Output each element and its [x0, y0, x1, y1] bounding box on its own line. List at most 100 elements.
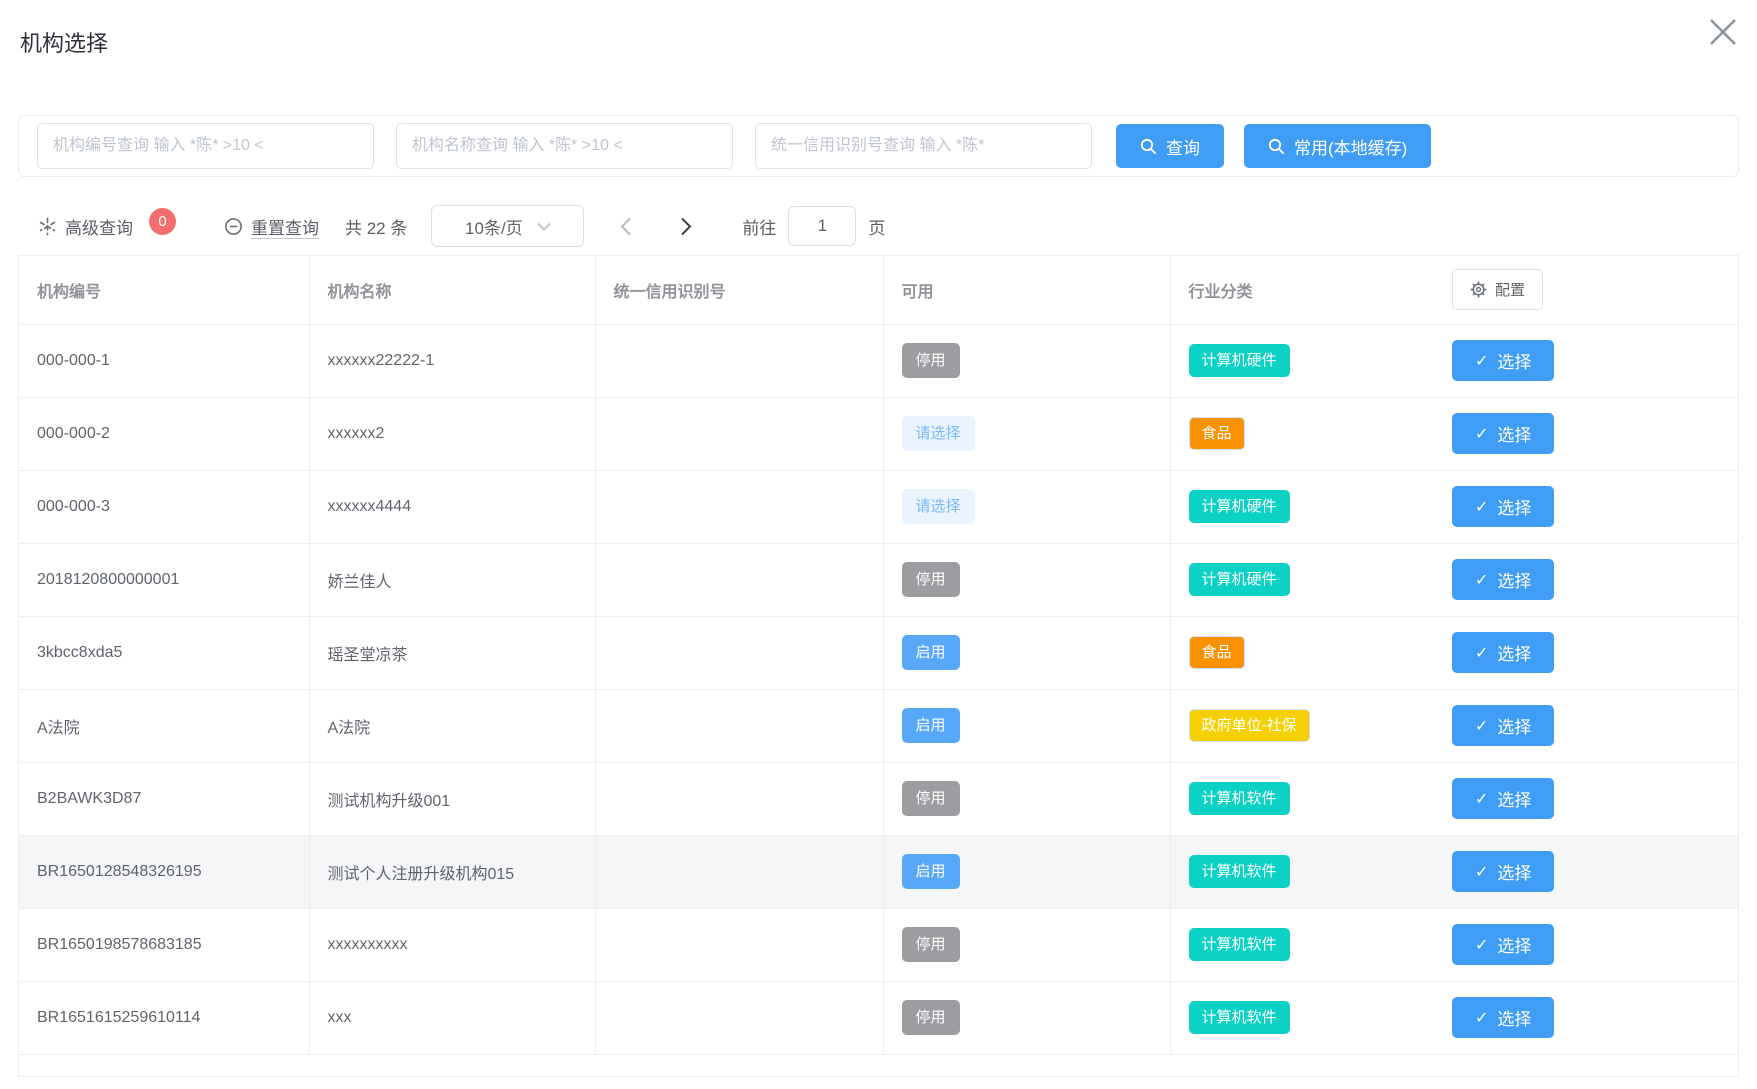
- industry-tag: 计算机硬件: [1189, 344, 1290, 377]
- status-badge[interactable]: 停用: [902, 927, 960, 962]
- select-button[interactable]: ✓ 选择: [1452, 778, 1554, 819]
- check-icon: ✓: [1475, 643, 1488, 663]
- check-icon: ✓: [1475, 424, 1488, 444]
- cell-org-code: BR1650128548326195: [19, 835, 309, 908]
- cell-available: 停用: [883, 908, 1170, 981]
- check-icon: ✓: [1475, 570, 1488, 590]
- select-button[interactable]: ✓ 选择: [1452, 705, 1554, 746]
- select-button-label: 选择: [1497, 859, 1531, 884]
- header-available: 可用: [883, 256, 1170, 324]
- cell-org-code: 000-000-1: [19, 324, 309, 397]
- header-industry: 行业分类: [1170, 256, 1444, 324]
- search-icon: [1268, 138, 1285, 155]
- table-row: B2BAWK3D87 测试机构升级001 停用 计算机软件 ✓ 选择: [19, 762, 1738, 835]
- select-button-label: 选择: [1497, 567, 1531, 592]
- cell-available: 请选择: [883, 397, 1170, 470]
- cell-org-code: BR1651615259610114: [19, 981, 309, 1054]
- select-button-label: 选择: [1497, 421, 1531, 446]
- search-icon: [1140, 138, 1157, 155]
- advanced-query-link[interactable]: 高级查询 0: [38, 213, 176, 240]
- status-badge[interactable]: 请选择: [902, 416, 975, 451]
- cell-org-code: 000-000-2: [19, 397, 309, 470]
- cell-action: ✓ 选择: [1444, 835, 1738, 908]
- cell-credit-code: [595, 397, 883, 470]
- status-badge[interactable]: 停用: [902, 781, 960, 816]
- cell-available: 启用: [883, 689, 1170, 762]
- cell-action: ✓ 选择: [1444, 543, 1738, 616]
- cell-org-name: 瑶圣堂凉茶: [309, 616, 595, 689]
- cell-industry: 计算机硬件: [1170, 470, 1444, 543]
- check-icon: ✓: [1475, 789, 1488, 809]
- cell-credit-code: [595, 981, 883, 1054]
- cell-available: 停用: [883, 543, 1170, 616]
- select-button-label: 选择: [1497, 786, 1531, 811]
- cell-action: ✓ 选择: [1444, 470, 1738, 543]
- select-button[interactable]: ✓ 选择: [1452, 340, 1554, 381]
- cell-industry: 计算机软件: [1170, 762, 1444, 835]
- cell-credit-code: [595, 470, 883, 543]
- cell-org-code: 000-000-3: [19, 470, 309, 543]
- industry-tag: 食品: [1189, 636, 1245, 669]
- query-button[interactable]: 查询: [1116, 124, 1224, 168]
- close-icon[interactable]: [1705, 14, 1741, 50]
- status-badge[interactable]: 启用: [902, 854, 960, 889]
- status-badge[interactable]: 请选择: [902, 489, 975, 524]
- org-table: 机构编号 机构名称 统一信用识别号 可用 行业分类: [19, 256, 1738, 1055]
- reset-query-link[interactable]: 重置查询: [224, 214, 319, 239]
- cell-credit-code: [595, 835, 883, 908]
- cell-org-name: xxx: [309, 981, 595, 1054]
- status-badge[interactable]: 启用: [902, 635, 960, 670]
- chevron-down-icon: [537, 222, 551, 231]
- circle-minus-icon: [224, 217, 243, 236]
- cell-credit-code: [595, 616, 883, 689]
- table-row: A法院 A法院 启用 政府单位-社保 ✓ 选择: [19, 689, 1738, 762]
- goto-page-input[interactable]: [788, 206, 856, 246]
- cell-available: 启用: [883, 835, 1170, 908]
- status-badge[interactable]: 停用: [902, 343, 960, 378]
- cell-org-name: 测试个人注册升级机构015: [309, 835, 595, 908]
- next-page-button[interactable]: [680, 217, 692, 236]
- industry-tag: 食品: [1189, 417, 1245, 450]
- config-button-label: 配置: [1495, 279, 1525, 300]
- config-button[interactable]: 配置: [1452, 269, 1543, 310]
- select-button[interactable]: ✓ 选择: [1452, 851, 1554, 892]
- favorites-button-label: 常用(本地缓存): [1294, 134, 1407, 159]
- select-button[interactable]: ✓ 选择: [1452, 559, 1554, 600]
- cell-credit-code: [595, 908, 883, 981]
- org-name-input[interactable]: [396, 123, 733, 169]
- query-button-label: 查询: [1166, 134, 1200, 159]
- status-badge[interactable]: 停用: [902, 1000, 960, 1035]
- select-button[interactable]: ✓ 选择: [1452, 997, 1554, 1038]
- cell-org-name: A法院: [309, 689, 595, 762]
- favorites-button[interactable]: 常用(本地缓存): [1244, 124, 1431, 168]
- industry-tag: 计算机硬件: [1189, 490, 1290, 523]
- check-icon: ✓: [1475, 862, 1488, 882]
- industry-tag: 计算机软件: [1189, 928, 1290, 961]
- prev-page-button[interactable]: [620, 217, 632, 236]
- check-icon: ✓: [1475, 497, 1488, 517]
- check-icon: ✓: [1475, 935, 1488, 955]
- status-badge[interactable]: 启用: [902, 708, 960, 743]
- check-icon: ✓: [1475, 351, 1488, 371]
- table-row: BR1650128548326195 测试个人注册升级机构015 启用 计算机软…: [19, 835, 1738, 908]
- select-button-label: 选择: [1497, 494, 1531, 519]
- page-size-value: 10条/页: [465, 214, 523, 239]
- select-button[interactable]: ✓ 选择: [1452, 924, 1554, 965]
- sparkle-icon: [38, 217, 57, 236]
- select-button-label: 选择: [1497, 713, 1531, 738]
- select-button-label: 选择: [1497, 1005, 1531, 1030]
- cell-industry: 政府单位-社保: [1170, 689, 1444, 762]
- check-icon: ✓: [1475, 1008, 1488, 1028]
- org-table-wrap: 机构编号 机构名称 统一信用识别号 可用 行业分类: [18, 255, 1739, 1077]
- org-code-input[interactable]: [37, 123, 374, 169]
- status-badge[interactable]: 停用: [902, 562, 960, 597]
- select-button[interactable]: ✓ 选择: [1452, 486, 1554, 527]
- page-size-select[interactable]: 10条/页: [431, 205, 584, 247]
- credit-code-input[interactable]: [755, 123, 1092, 169]
- table-row: 000-000-3 xxxxxx4444 请选择 计算机硬件 ✓ 选择: [19, 470, 1738, 543]
- cell-org-name: xxxxxx4444: [309, 470, 595, 543]
- select-button[interactable]: ✓ 选择: [1452, 632, 1554, 673]
- cell-industry: 计算机软件: [1170, 835, 1444, 908]
- total-count-label: 共 22 条: [345, 214, 407, 239]
- select-button[interactable]: ✓ 选择: [1452, 413, 1554, 454]
